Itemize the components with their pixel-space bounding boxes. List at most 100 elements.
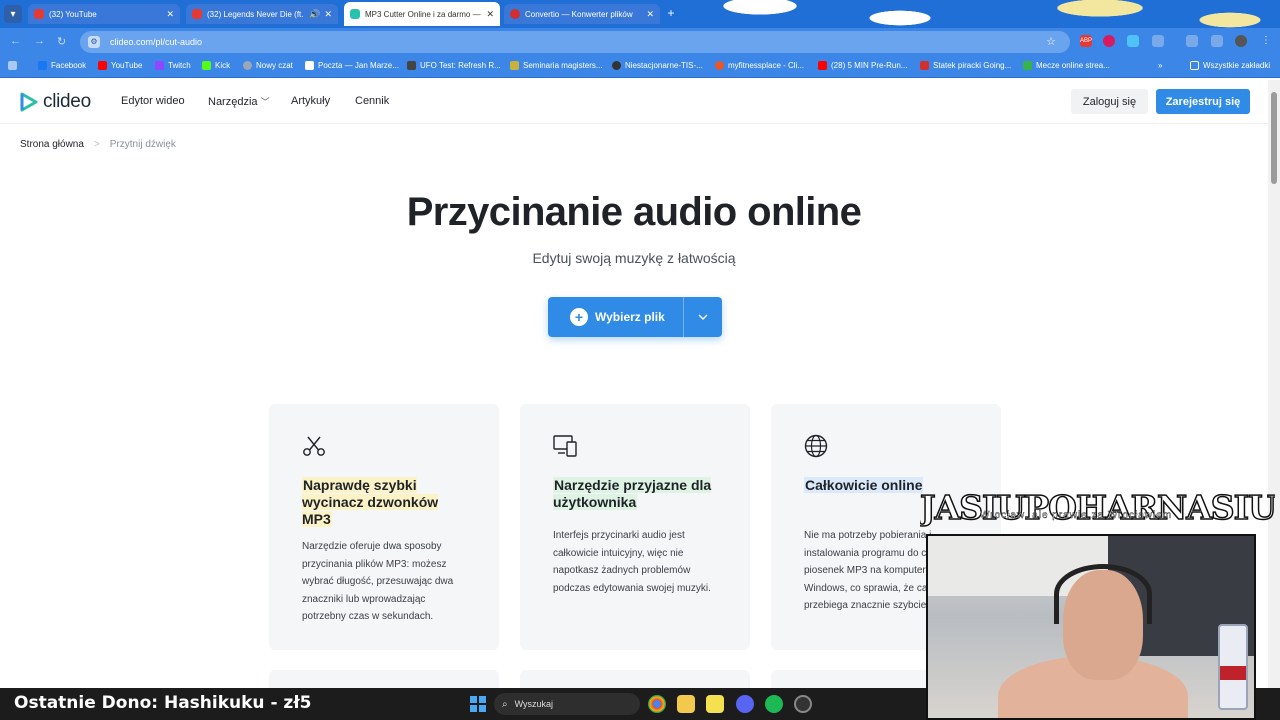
search-icon: ⌕ — [502, 698, 508, 710]
bookmark-mecze-online[interactable]: Mecze online strea... — [1023, 61, 1110, 70]
bookmark-pre-run[interactable]: (28) 5 MIN Pre-Run... — [818, 61, 907, 70]
sticky-notes-icon[interactable] — [706, 695, 724, 713]
speaker-icon[interactable]: 🔊 — [309, 9, 320, 20]
page-scrollbar[interactable] — [1268, 80, 1280, 688]
bookmark-poczta[interactable]: Poczta — Jan Marze... — [305, 61, 399, 70]
bookmark-facebook[interactable]: Facebook — [38, 61, 86, 70]
taskbar-search[interactable]: ⌕ Wyszukaj — [494, 693, 640, 715]
chrome-icon[interactable] — [648, 695, 666, 713]
logo-text: clideo — [43, 91, 91, 112]
close-icon[interactable]: ✕ — [646, 9, 654, 20]
login-button[interactable]: Zaloguj się — [1071, 89, 1148, 114]
nav-edytor-wideo[interactable]: Edytor wideo — [121, 95, 185, 107]
university-icon — [510, 61, 519, 70]
card-title: Narzędzie przyjazne dla użytkownika — [553, 477, 712, 510]
breadcrumb-current: Przytnij dźwięk — [109, 139, 176, 150]
tab-legends-never-die[interactable]: (32) Legends Never Die (ft. 🔊 ✕ — [186, 4, 338, 24]
card-text: Interfejs przycinarki audio jest całkowi… — [553, 530, 711, 594]
windows-start-icon[interactable] — [470, 696, 486, 712]
youtube-icon — [192, 9, 202, 19]
extensions-puzzle-icon[interactable] — [1152, 35, 1164, 47]
tab-search-icon[interactable]: ▾ — [4, 5, 22, 23]
sports-icon — [1023, 61, 1032, 70]
convertio-icon — [510, 9, 520, 19]
fitness-icon — [715, 61, 724, 70]
more-bookmarks-icon[interactable]: » — [1158, 61, 1162, 70]
forward-icon[interactable]: → — [34, 35, 45, 47]
card-text: Narzędzie oferuje dwa sposoby przycinani… — [302, 541, 454, 622]
youtube-icon — [98, 61, 107, 70]
bookmark-statek-piracki[interactable]: Statek piracki Going... — [920, 61, 1011, 70]
obs-icon[interactable] — [794, 695, 812, 713]
choose-file-main[interactable]: + Wybierz plik — [548, 297, 684, 337]
page-title: Przycinanie audio online — [406, 190, 862, 234]
close-icon[interactable]: ✕ — [324, 9, 332, 20]
clideo-logo[interactable]: clideo — [20, 91, 91, 113]
new-tab-button[interactable]: + — [664, 6, 678, 20]
bookmark-nowy-czat[interactable]: Nowy czat — [243, 61, 293, 70]
signup-button[interactable]: Zarejestruj się — [1156, 89, 1250, 114]
media-control-icon[interactable] — [1211, 35, 1223, 47]
bookmark-niestacjonarne[interactable]: Niestacjonarne-TIS-... — [612, 61, 703, 70]
plus-icon: + — [570, 308, 588, 326]
game-icon — [920, 61, 929, 70]
url-text: clideo.com/pl/cut-audio — [110, 37, 203, 47]
extension-icon[interactable] — [1127, 35, 1139, 47]
file-explorer-icon[interactable] — [677, 695, 695, 713]
extension-icon[interactable] — [1103, 35, 1115, 47]
discord-icon[interactable] — [736, 695, 754, 713]
chat-icon — [243, 61, 252, 70]
mail-icon — [305, 61, 314, 70]
scrollbar-thumb[interactable] — [1271, 92, 1277, 184]
clideo-logo-icon — [20, 92, 38, 112]
tab-youtube[interactable]: (32) YouTube ✕ — [28, 4, 180, 24]
chevron-down-icon — [698, 314, 708, 320]
bookmark-twitch[interactable]: Twitch — [155, 61, 191, 70]
choose-file-label: Wybierz plik — [595, 310, 665, 324]
nav-cennik[interactable]: Cennik — [355, 95, 389, 107]
globe-icon — [804, 434, 828, 458]
feature-card-user-friendly: Narzędzie przyjazne dla użytkownika Inte… — [520, 404, 750, 650]
menu-icon[interactable]: ⋮ — [1260, 35, 1272, 47]
upload-options-dropdown[interactable] — [684, 314, 722, 320]
ufo-icon — [407, 61, 416, 70]
bookmark-seminaria[interactable]: Seminaria magisters... — [510, 61, 603, 70]
nav-narzedzia[interactable]: Narzędzia ﹀ — [208, 95, 270, 108]
scissors-icon — [303, 436, 325, 456]
browser-toolbar: ← → ↻ ⚙ clideo.com/pl/cut-audio ☆ ABP ⋮ — [0, 28, 1280, 56]
apps-grid-icon[interactable] — [8, 61, 21, 70]
site-info-icon[interactable]: ⚙ — [88, 36, 100, 48]
breadcrumb: Strona główna > Przytnij dźwięk — [20, 139, 176, 150]
choose-file-button[interactable]: + Wybierz plik — [548, 297, 722, 337]
donation-overlay-text: Ostatnie Dono: Hashikuku - zł5 — [14, 693, 312, 713]
address-bar[interactable]: ⚙ clideo.com/pl/cut-audio ☆ — [80, 31, 1070, 53]
taskbar-search-placeholder: Wyszukaj — [514, 699, 554, 709]
tab-mp3-cutter[interactable]: MP3 Cutter Online i za darmo — ✕ — [344, 2, 500, 26]
bookmark-ufo-test[interactable]: UFO Test: Refresh R... — [407, 61, 501, 70]
close-icon[interactable]: ✕ — [486, 9, 494, 20]
bookmark-kick[interactable]: Kick — [202, 61, 230, 70]
tab-title: (32) Legends Never Die (ft. — [207, 9, 304, 19]
adblock-extension-icon[interactable]: ABP — [1080, 35, 1092, 47]
streamer-banner-subtitle: Wrocław, ale prawie za Wrocławiem — [980, 510, 1173, 521]
bookmark-star-icon[interactable]: ☆ — [1046, 35, 1056, 48]
close-icon[interactable]: ✕ — [166, 9, 174, 20]
reload-icon[interactable]: ↻ — [57, 35, 66, 48]
nav-artykuly[interactable]: Artykuły — [291, 95, 330, 107]
spotify-icon[interactable] — [765, 695, 783, 713]
beer-can-image — [1218, 624, 1248, 710]
breadcrumb-home-link[interactable]: Strona główna — [20, 139, 84, 150]
clideo-favicon-icon — [350, 9, 360, 19]
bookmark-myfitnessplace[interactable]: myfitnessplace - Cli... — [715, 61, 804, 70]
bookmark-youtube[interactable]: YouTube — [98, 61, 142, 70]
tab-convertio[interactable]: Convertio — Konwerter plików ✕ — [504, 4, 660, 24]
card-title: Całkowicie online — [804, 477, 924, 493]
folder-icon — [1190, 61, 1199, 70]
profile-avatar-icon[interactable] — [1235, 35, 1247, 47]
facebook-icon — [38, 61, 47, 70]
all-bookmarks[interactable]: Wszystkie zakładki — [1190, 61, 1270, 70]
chevron-right-icon: > — [93, 139, 100, 150]
download-icon[interactable] — [1186, 35, 1198, 47]
browser-tab-strip: ▾ (32) YouTube ✕ (32) Legends Never Die … — [0, 0, 1280, 28]
back-icon[interactable]: ← — [10, 35, 21, 47]
